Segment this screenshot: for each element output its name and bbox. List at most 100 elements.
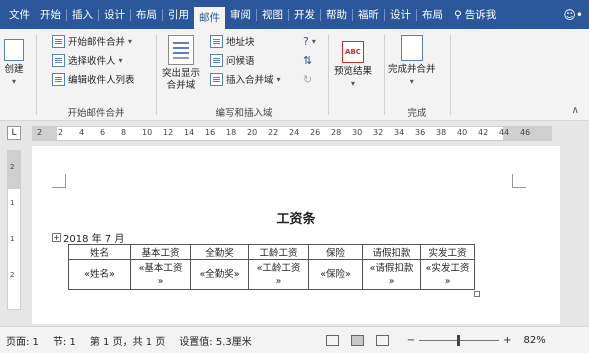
start-mail-merge-button[interactable]: 开始邮件合并 ▾ <box>52 32 132 50</box>
document-title: 工资条 <box>276 212 316 227</box>
header-cell[interactable]: 全勤奖 <box>190 244 249 260</box>
address-block-button[interactable]: 地址块 <box>210 32 255 50</box>
merge-field-cell[interactable]: «姓名» <box>68 259 131 290</box>
highlight-merge-fields-button[interactable]: 突出显示 合并域 <box>162 35 200 92</box>
group-divider <box>450 35 451 115</box>
zoom-slider[interactable] <box>419 334 500 346</box>
web-layout-view-icon[interactable] <box>375 334 389 346</box>
tab-table-design[interactable]: 设计 <box>385 5 416 25</box>
zoom-out-button[interactable]: − <box>407 335 415 346</box>
ruler-number: 2 <box>58 128 64 137</box>
chevron-down-icon: ▾ <box>118 55 123 65</box>
header-cell[interactable]: 实发工资 <box>420 244 475 260</box>
vertical-ruler[interactable]: 2 1 1 2 <box>7 150 21 310</box>
table-row: «姓名» «基本工资 » «全勤奖» «工龄工资 » «保险» «请假扣款 » … <box>68 259 475 290</box>
recipients-icon <box>52 53 65 67</box>
document-icon <box>52 34 65 48</box>
tab-mailings[interactable]: 邮件 <box>194 7 225 29</box>
merge-field-cell[interactable]: «工龄工资 » <box>248 259 309 290</box>
group-divider <box>384 35 385 115</box>
status-section[interactable]: 节: 1 <box>53 333 76 348</box>
select-recipients-button[interactable]: 选择收件人 ▾ <box>52 51 123 69</box>
ruler-number: 40 <box>457 128 468 137</box>
merge-field-cell[interactable]: «基本工资 » <box>130 259 191 290</box>
print-layout-view-icon[interactable] <box>350 334 364 346</box>
ruler-number: 46 <box>520 128 531 137</box>
preview-abc-icon: ABC <box>342 41 364 63</box>
table-move-handle-icon[interactable]: + <box>52 233 61 242</box>
tab-home[interactable]: 开始 <box>35 5 66 25</box>
ruler-number: 20 <box>247 128 258 137</box>
tab-developer[interactable]: 开发 <box>289 5 320 25</box>
create-label: 创建 <box>4 64 24 75</box>
update-labels-button[interactable]: ↻ <box>303 70 312 88</box>
ruler-number: 44 <box>499 128 510 137</box>
preview-results-button[interactable]: ABC 预览结果 ▾ <box>334 35 372 90</box>
tab-view[interactable]: 视图 <box>257 5 288 25</box>
share-user-icon[interactable]: ☺• <box>563 8 583 22</box>
horizontal-ruler[interactable]: 2 2 4 6 8 10 12 14 16 18 20 22 24 26 28 30 32 34 36 38 40 42 4… <box>32 126 552 141</box>
document-page[interactable]: 工资条 + 2018 年 7 月 姓名 基本工资 全勤奖 工龄工资 保险 请假扣… <box>32 146 560 324</box>
chevron-down-icon: ▾ <box>128 36 133 46</box>
rules-icon: ? <box>303 34 309 48</box>
create-button[interactable]: 创建 ▾ <box>4 37 24 88</box>
ruler-number: 4 <box>79 128 85 137</box>
tab-file[interactable]: 文件 <box>4 5 35 25</box>
tab-references[interactable]: 引用 <box>163 5 194 25</box>
address-block-label: 地址块 <box>226 37 255 48</box>
table-resize-handle[interactable] <box>474 291 480 297</box>
tab-layout[interactable]: 布局 <box>131 5 162 25</box>
header-cell[interactable]: 工龄工资 <box>248 244 309 260</box>
ribbon: 创建 ▾ 开始邮件合并 ▾ 选择收件人 ▾ 编辑收件人列表 开始邮件合并 突出显… <box>0 29 589 121</box>
header-cell[interactable]: 保险 <box>308 244 363 260</box>
finish-merge-icon <box>400 35 423 61</box>
tab-table-layout[interactable]: 布局 <box>417 5 448 25</box>
select-recipients-label: 选择收件人 <box>68 56 116 67</box>
group-label-finish: 完成 <box>407 108 427 119</box>
header-cell[interactable]: 基本工资 <box>130 244 191 260</box>
header-cell[interactable]: 请假扣款 <box>362 244 421 260</box>
merge-field-cell[interactable]: «请假扣款 » <box>362 259 421 290</box>
ruler-bar: L 2 2 4 6 8 10 12 14 16 18 20 22 24 26 28 30 32 34 36 38 40 4… <box>0 122 589 144</box>
ruler-number: 16 <box>205 128 216 137</box>
ribbon-tab-bar: 文件 开始 插入 设计 布局 引用 邮件 审阅 视图 开发 帮助 福昕 设计 布… <box>0 0 589 29</box>
merge-field-cell[interactable]: «实发工资 » <box>420 259 475 290</box>
tab-insert[interactable]: 插入 <box>67 5 98 25</box>
zoom-in-button[interactable]: + <box>503 335 511 346</box>
rules-button[interactable]: ? ▾ <box>303 32 316 50</box>
merge-field-cell[interactable]: «保险» <box>308 259 363 290</box>
ruler-number: 14 <box>184 128 195 137</box>
chevron-down-icon: ▾ <box>11 77 16 86</box>
insert-merge-field-label: 插入合并域 <box>226 75 274 86</box>
salary-table[interactable]: 姓名 基本工资 全勤奖 工龄工资 保险 请假扣款 实发工资 «姓名» «基本工资… <box>68 244 475 290</box>
status-page-count[interactable]: 第 1 页，共 1 页 <box>90 333 165 348</box>
zoom-level[interactable]: 82% <box>524 335 546 346</box>
tab-help[interactable]: 帮助 <box>321 5 352 25</box>
status-page[interactable]: 页面: 1 <box>6 333 39 348</box>
margin-corner-mark <box>52 174 66 188</box>
header-cell[interactable]: 姓名 <box>68 244 131 260</box>
ruler-number: 24 <box>289 128 300 137</box>
vruler-number: 2 <box>10 271 15 279</box>
merge-field-cell[interactable]: «全勤奖» <box>190 259 249 290</box>
match-fields-button[interactable]: ⇅ <box>303 51 312 69</box>
finish-merge-button[interactable]: 完成并合并 ▾ <box>388 35 436 88</box>
zoom-slider-thumb[interactable] <box>457 334 461 346</box>
read-mode-view-icon[interactable] <box>325 334 339 346</box>
tab-design[interactable]: 设计 <box>99 5 130 25</box>
tab-review[interactable]: 审阅 <box>225 5 256 25</box>
tab-foxit[interactable]: 福昕 <box>353 5 384 25</box>
collapse-ribbon-icon[interactable]: ∧ <box>572 105 579 116</box>
insert-merge-field-button[interactable]: 插入合并域 ▾ <box>210 70 281 88</box>
tab-selector[interactable]: L <box>7 126 21 140</box>
group-label-start-mail-merge: 开始邮件合并 <box>67 108 125 119</box>
tell-me-search[interactable]: ⚲ 告诉我 <box>454 7 496 22</box>
chevron-down-icon: ▾ <box>276 74 281 84</box>
group-finish: 完成并合并 ▾ 完成 <box>386 29 448 121</box>
greeting-line-button[interactable]: 问候语 <box>210 51 255 69</box>
group-divider <box>328 35 329 115</box>
group-start-mail-merge: 开始邮件合并 ▾ 选择收件人 ▾ 编辑收件人列表 开始邮件合并 <box>38 29 154 121</box>
status-setting[interactable]: 设置值: 5.3厘米 <box>179 333 251 348</box>
ruler-number: 2 <box>37 128 43 137</box>
edit-recipient-list-button[interactable]: 编辑收件人列表 <box>52 70 135 88</box>
